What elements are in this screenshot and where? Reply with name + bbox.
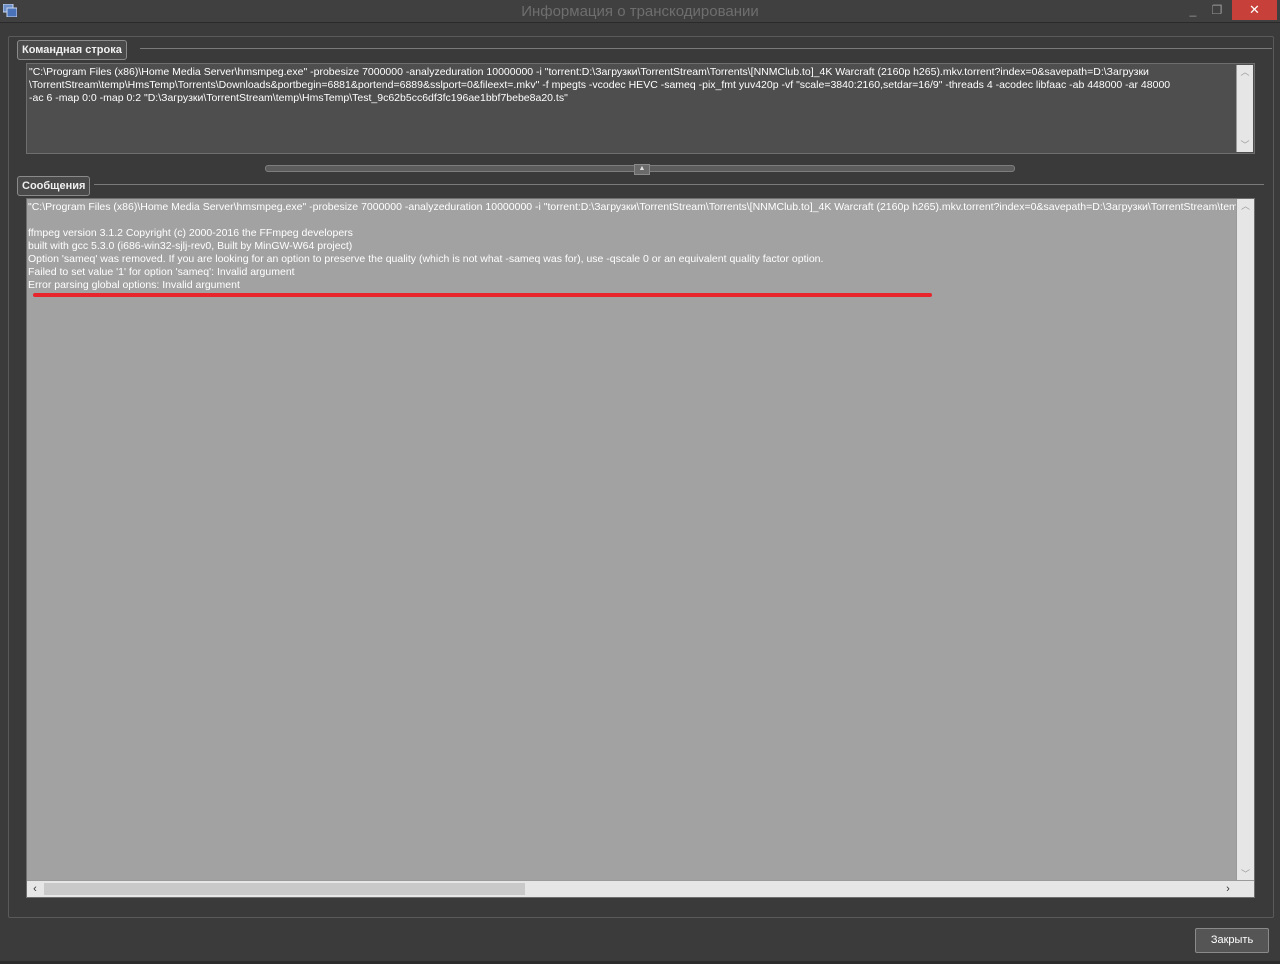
minimize-button[interactable]: _	[1182, 0, 1204, 20]
scroll-left-icon[interactable]: ‹	[27, 881, 43, 897]
scroll-down-icon[interactable]: ﹀	[1237, 867, 1254, 881]
scroll-up-icon[interactable]: ︿	[1237, 65, 1253, 79]
messages-horizontal-scrollbar[interactable]: ‹ ›	[27, 880, 1254, 897]
splitter-grip-icon[interactable]: ▲	[634, 164, 650, 175]
messages-group-label: Сообщения	[17, 176, 91, 196]
messages-text: "C:\Program Files (x86)\Home Media Serve…	[28, 201, 1238, 291]
panel-splitter[interactable]: ▲	[265, 164, 1015, 175]
maximize-button[interactable]: ❐	[1205, 0, 1229, 20]
messages-group-divider	[94, 184, 1264, 185]
close-window-button[interactable]: ✕	[1232, 0, 1277, 20]
command-group-label: Командная строка	[17, 40, 127, 60]
scroll-down-icon[interactable]: ﹀	[1237, 138, 1253, 152]
messages-vertical-scrollbar[interactable]: ︿ ﹀	[1236, 199, 1254, 881]
scroll-right-icon[interactable]: ›	[1220, 881, 1236, 897]
error-highlight-underline	[33, 293, 932, 297]
command-line-textbox[interactable]: "C:\Program Files (x86)\Home Media Serve…	[26, 63, 1255, 154]
title-bar[interactable]: Информация о транскодировании _ ❐ ✕	[0, 0, 1280, 23]
horizontal-scroll-thumb[interactable]	[44, 883, 525, 895]
scroll-up-icon[interactable]: ︿	[1237, 199, 1254, 213]
command-vertical-scrollbar[interactable]: ︿ ﹀	[1236, 65, 1253, 152]
command-group-divider	[140, 48, 1272, 49]
command-line-text: "C:\Program Files (x86)\Home Media Serve…	[29, 66, 1171, 104]
close-dialog-button[interactable]: Закрыть	[1195, 928, 1269, 953]
messages-textbox[interactable]: "C:\Program Files (x86)\Home Media Serve…	[26, 198, 1255, 898]
window-title: Информация о транскодировании	[521, 3, 759, 20]
